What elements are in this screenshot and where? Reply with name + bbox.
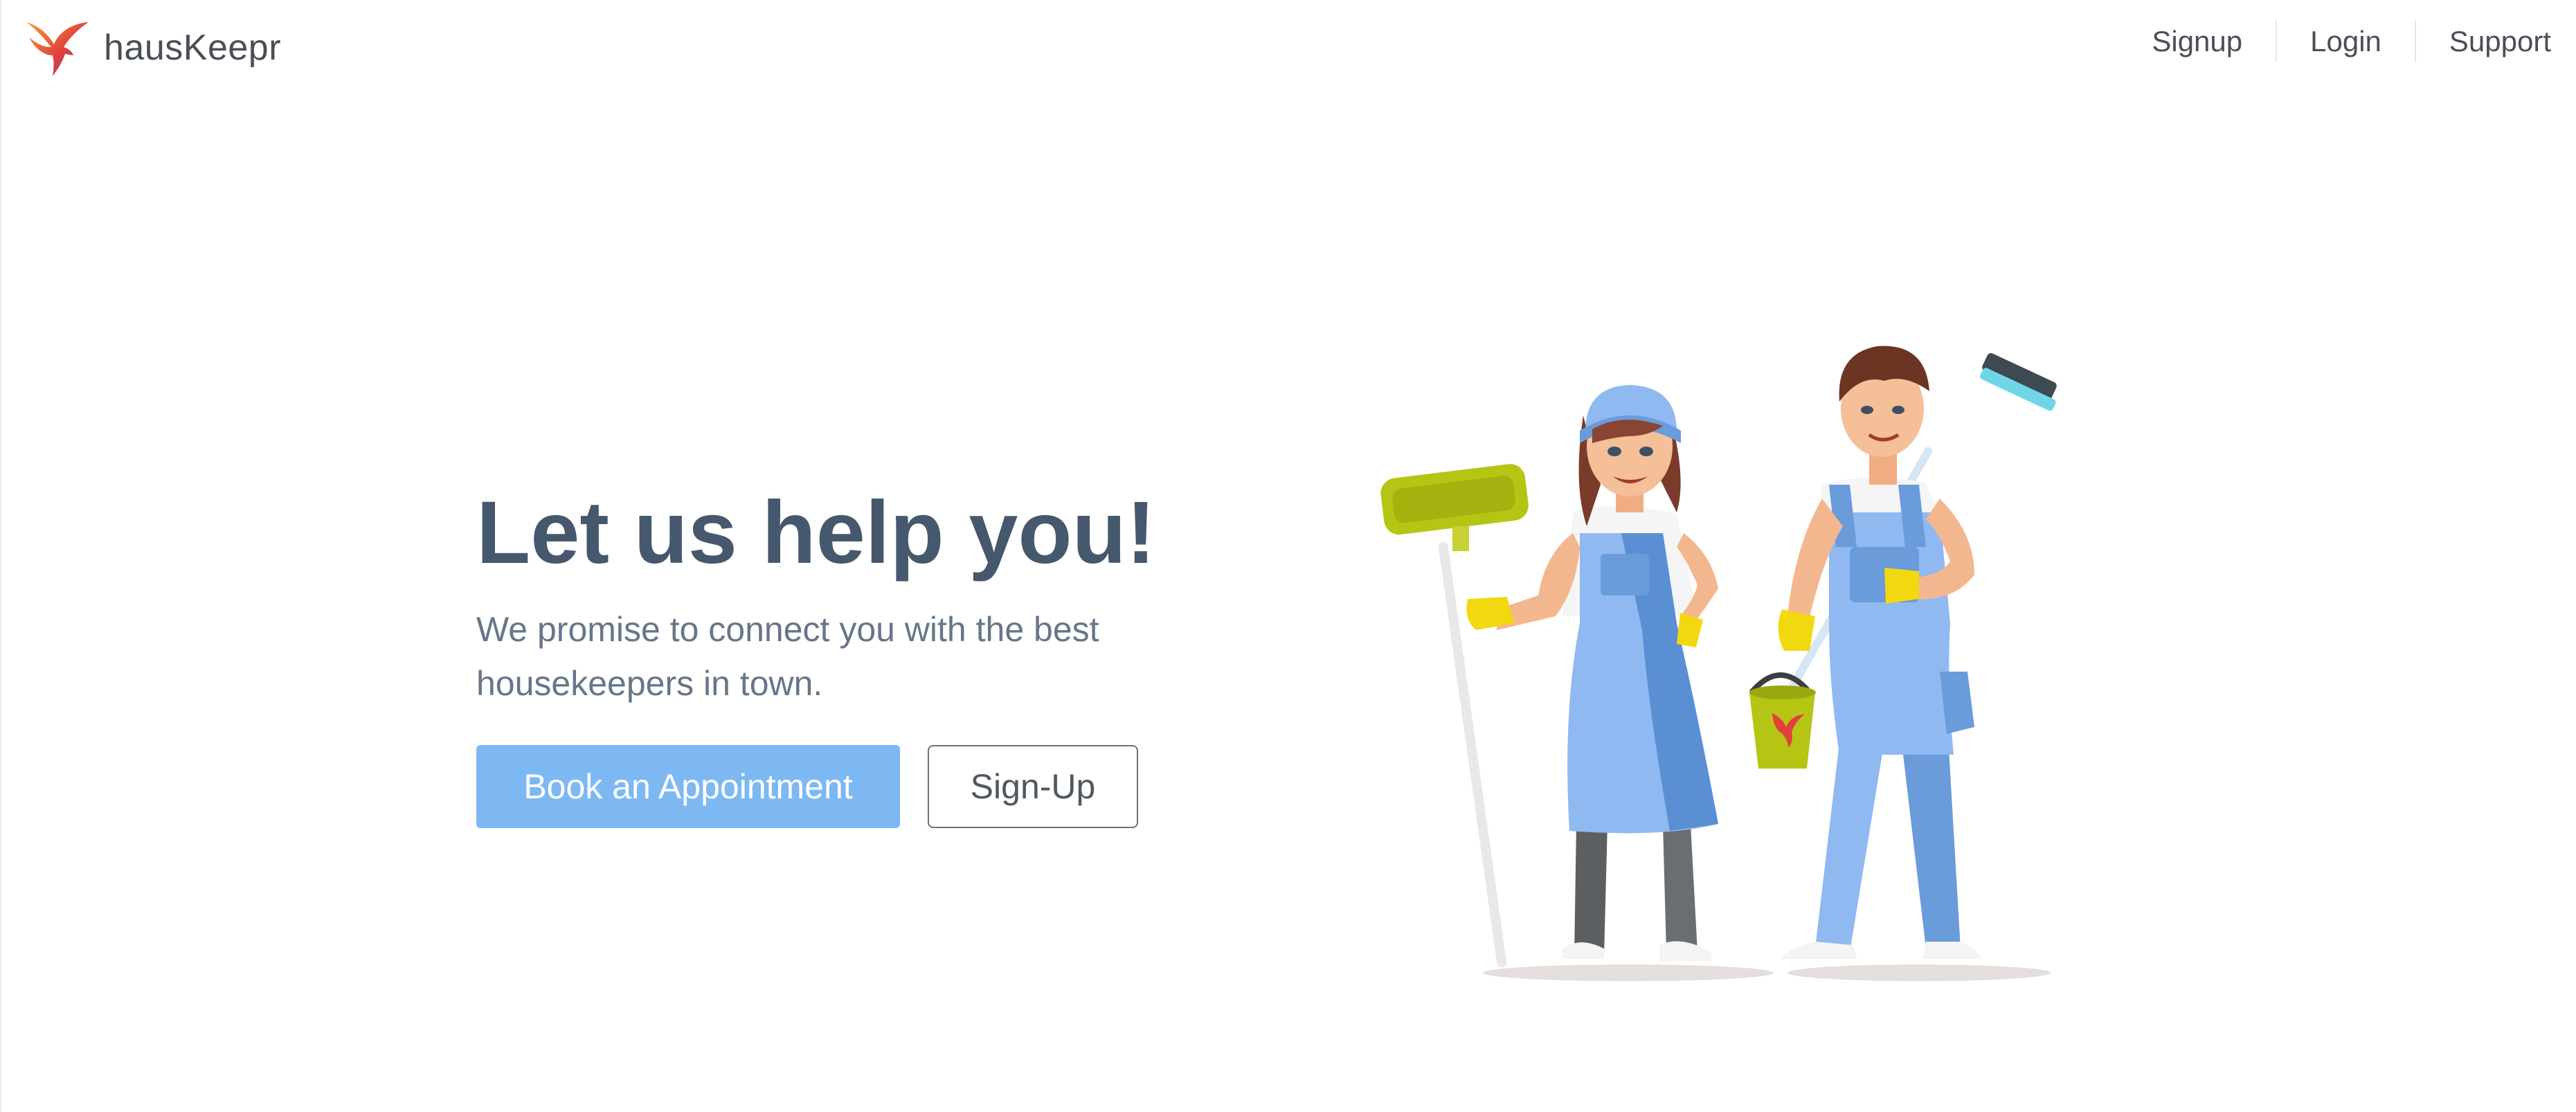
brand[interactable]: hausKeepr	[22, 17, 281, 79]
top-nav: Signup Login Support	[2118, 21, 2565, 62]
brand-name: hausKeepr	[104, 28, 282, 68]
hummingbird-logo-icon	[26, 22, 89, 76]
signup-button[interactable]: Sign-Up	[928, 745, 1138, 828]
nav-login[interactable]: Login	[2277, 21, 2416, 62]
book-appointment-button[interactable]: Book an Appointment	[476, 745, 900, 828]
nav-signup[interactable]: Signup	[2118, 21, 2278, 62]
hero-subtitle: We promise to connect you with the best …	[476, 610, 1099, 703]
nav-support[interactable]: Support	[2416, 21, 2565, 62]
landing-page: hausKeepr Signup Login Support Let us he…	[0, 0, 2576, 1112]
hero-title: Let us help you!	[476, 483, 1156, 582]
hero-section: Let us help you! We promise to connect y…	[476, 485, 1272, 828]
cta-row: Book an Appointment Sign-Up	[476, 745, 1272, 828]
housekeepers-illustration	[1380, 346, 2057, 981]
